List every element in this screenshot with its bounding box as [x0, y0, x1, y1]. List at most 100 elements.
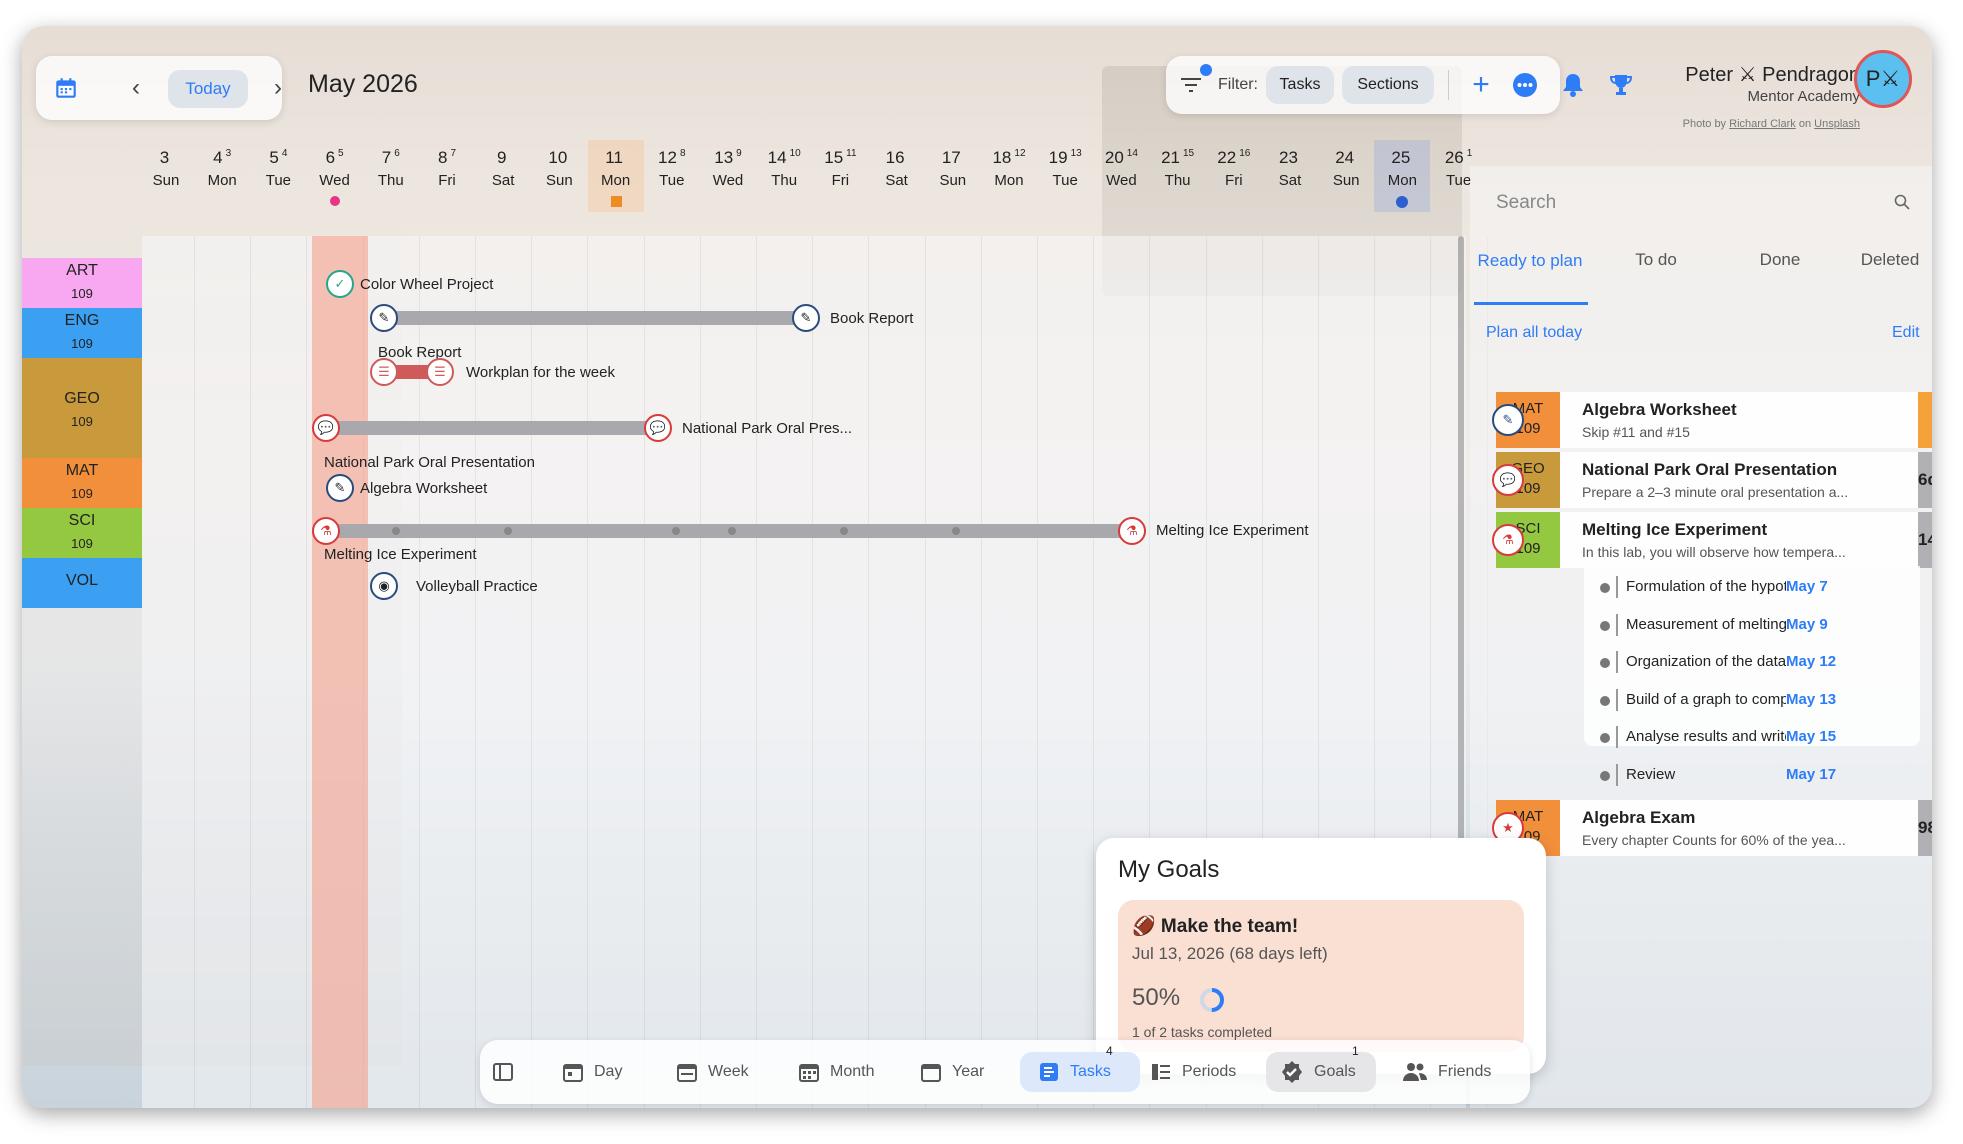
task-label-melting-ice[interactable]: Melting Ice Experiment: [1156, 522, 1309, 539]
subtask-date[interactable]: May 9: [1786, 616, 1828, 633]
section-item-vol[interactable]: VOL: [22, 558, 142, 608]
date-column[interactable]: 21 15 Thu: [1150, 140, 1206, 212]
subtask-dot[interactable]: [504, 527, 512, 535]
subtask-date[interactable]: May 12: [1786, 653, 1836, 670]
calendar-icon[interactable]: [50, 72, 82, 104]
nav-periods[interactable]: Periods: [1150, 1052, 1236, 1092]
pencil-icon[interactable]: ✎: [370, 304, 398, 332]
date-column[interactable]: 17 Sun: [925, 140, 981, 212]
search-icon[interactable]: [1894, 194, 1914, 214]
subtask-date[interactable]: May 13: [1786, 691, 1836, 708]
nav-friends[interactable]: Friends: [1402, 1052, 1491, 1092]
date-column[interactable]: 5 4 Tue: [250, 140, 306, 212]
subtask-item[interactable]: Build of a graph to compa...May 13: [1586, 685, 1920, 715]
subtask-item[interactable]: Analyse results and write ...May 15: [1586, 722, 1920, 752]
filter-chip-sections[interactable]: Sections: [1342, 66, 1434, 104]
date-column[interactable]: 11 Mon: [587, 140, 644, 212]
task-row[interactable]: MAT 109 ★ Algebra Exam Every chapter Counts …: [1492, 800, 1932, 856]
flask-icon[interactable]: ⚗: [1118, 517, 1146, 545]
search-input[interactable]: Search: [1496, 192, 1912, 226]
subtask-dot[interactable]: [392, 527, 400, 535]
filter-icon[interactable]: [1178, 72, 1206, 98]
date-column[interactable]: 10 Sun: [531, 140, 587, 212]
date-column[interactable]: 16 Sat: [869, 140, 925, 212]
bell-icon[interactable]: [1558, 70, 1588, 100]
task-row[interactable]: SCI 109 ⚗ Melting Ice Experiment In this lab…: [1492, 512, 1932, 568]
task-row[interactable]: GEO 109 💬 National Park Oral Presentation Pr…: [1492, 452, 1932, 508]
task-label-volleyball[interactable]: Volleyball Practice: [416, 578, 538, 595]
nav-goals[interactable]: Goals 1: [1266, 1044, 1376, 1092]
subtask-dot[interactable]: [728, 527, 736, 535]
check-icon[interactable]: ✓: [326, 270, 354, 298]
date-column[interactable]: 24 Sun: [1318, 140, 1374, 212]
date-column[interactable]: 14 10 Thu: [756, 140, 812, 212]
date-column[interactable]: 25 Mon: [1374, 140, 1431, 212]
edit-link[interactable]: Edit: [1892, 324, 1920, 342]
task-bar-book-report[interactable]: [384, 311, 804, 325]
volleyball-icon[interactable]: ◉: [370, 572, 398, 600]
more-icon[interactable]: [1510, 70, 1540, 100]
avatar[interactable]: P⚔: [1854, 50, 1912, 108]
subtask-dot[interactable]: [840, 527, 848, 535]
clipboard-icon[interactable]: ☰: [426, 358, 454, 386]
section-item-sci[interactable]: SCI 109: [22, 508, 142, 558]
nav-month[interactable]: Month: [798, 1052, 874, 1092]
nav-tasks[interactable]: Tasks 4: [1020, 1044, 1140, 1092]
subtask-dot[interactable]: [952, 527, 960, 535]
speech-bubble-icon[interactable]: 💬: [644, 414, 672, 442]
task-bar-national-park[interactable]: [326, 421, 660, 435]
subtask-item[interactable]: Review May 17: [1586, 760, 1920, 790]
subtask-date[interactable]: May 7: [1786, 578, 1828, 595]
subtask-date[interactable]: May 15: [1786, 728, 1836, 745]
date-column[interactable]: 15 11 Fri: [812, 140, 868, 212]
date-column[interactable]: 3 Sun: [138, 140, 194, 212]
nav-week[interactable]: Week: [676, 1052, 749, 1092]
section-item-art[interactable]: ART 109: [22, 258, 142, 308]
nav-day[interactable]: Day: [562, 1052, 622, 1092]
filter-chip-tasks[interactable]: Tasks: [1266, 66, 1334, 104]
clipboard-icon[interactable]: ☰: [370, 358, 398, 386]
subtask-item[interactable]: Measurement of melting t...May 9: [1586, 610, 1920, 640]
date-column[interactable]: 20 14 Wed: [1093, 140, 1149, 212]
date-column[interactable]: 6 5 Wed: [307, 140, 363, 212]
subtask-dot[interactable]: [672, 527, 680, 535]
task-row[interactable]: MAT 109 ✎ Algebra Worksheet Skip #11 and #15: [1492, 392, 1932, 448]
date-column[interactable]: 19 13 Tue: [1037, 140, 1093, 212]
date-column[interactable]: 18 12 Mon: [981, 140, 1037, 212]
previous-button[interactable]: ‹: [122, 74, 150, 102]
photo-credit-site-link[interactable]: Unsplash: [1814, 118, 1860, 130]
task-label-national-park[interactable]: National Park Oral Pres...: [682, 420, 852, 437]
subtask-item[interactable]: Organization of the data i...May 12: [1586, 647, 1920, 677]
speech-bubble-icon[interactable]: 💬: [312, 414, 340, 442]
task-label-algebra[interactable]: Algebra Worksheet: [360, 480, 487, 497]
date-column[interactable]: 7 6 Thu: [363, 140, 419, 212]
task-label-workplan[interactable]: Workplan for the week: [466, 364, 615, 381]
pencil-icon[interactable]: ✎: [792, 304, 820, 332]
date-column[interactable]: 8 7 Fri: [419, 140, 475, 212]
date-column[interactable]: 4 3 Mon: [194, 140, 250, 212]
task-label-color-wheel[interactable]: Color Wheel Project: [360, 276, 493, 293]
tab-to-do[interactable]: To do: [1616, 250, 1696, 270]
photo-credit-author-link[interactable]: Richard Clark: [1729, 118, 1796, 130]
tab-deleted[interactable]: Deleted: [1850, 250, 1930, 270]
subtask-item[interactable]: Formulation of the hypoth...May 7: [1586, 572, 1920, 602]
task-label-book-report[interactable]: Book Report: [830, 310, 913, 327]
date-column[interactable]: 23 Sat: [1262, 140, 1318, 212]
goal-card[interactable]: 🏈 Make the team! Jul 13, 2026 (68 days l…: [1118, 900, 1524, 1052]
plan-all-today-link[interactable]: Plan all today: [1486, 324, 1582, 342]
date-column[interactable]: 13 9 Wed: [700, 140, 756, 212]
nav-year[interactable]: Year: [920, 1052, 984, 1092]
section-item-eng[interactable]: ENG 109: [22, 308, 142, 358]
sidebar-toggle-icon[interactable]: [492, 1052, 528, 1092]
tab-ready-to-plan[interactable]: Ready to plan: [1474, 250, 1586, 271]
section-item-geo[interactable]: GEO 109: [22, 358, 142, 458]
next-button[interactable]: ›: [264, 74, 292, 102]
trophy-icon[interactable]: [1606, 70, 1636, 100]
add-icon[interactable]: +: [1464, 68, 1498, 102]
date-column[interactable]: 22 16 Fri: [1206, 140, 1262, 212]
pencil-icon[interactable]: ✎: [326, 474, 354, 502]
tab-done[interactable]: Done: [1740, 250, 1820, 270]
subtask-date[interactable]: May 17: [1786, 766, 1836, 783]
flask-icon[interactable]: ⚗: [312, 517, 340, 545]
section-item-mat[interactable]: MAT 109: [22, 458, 142, 508]
